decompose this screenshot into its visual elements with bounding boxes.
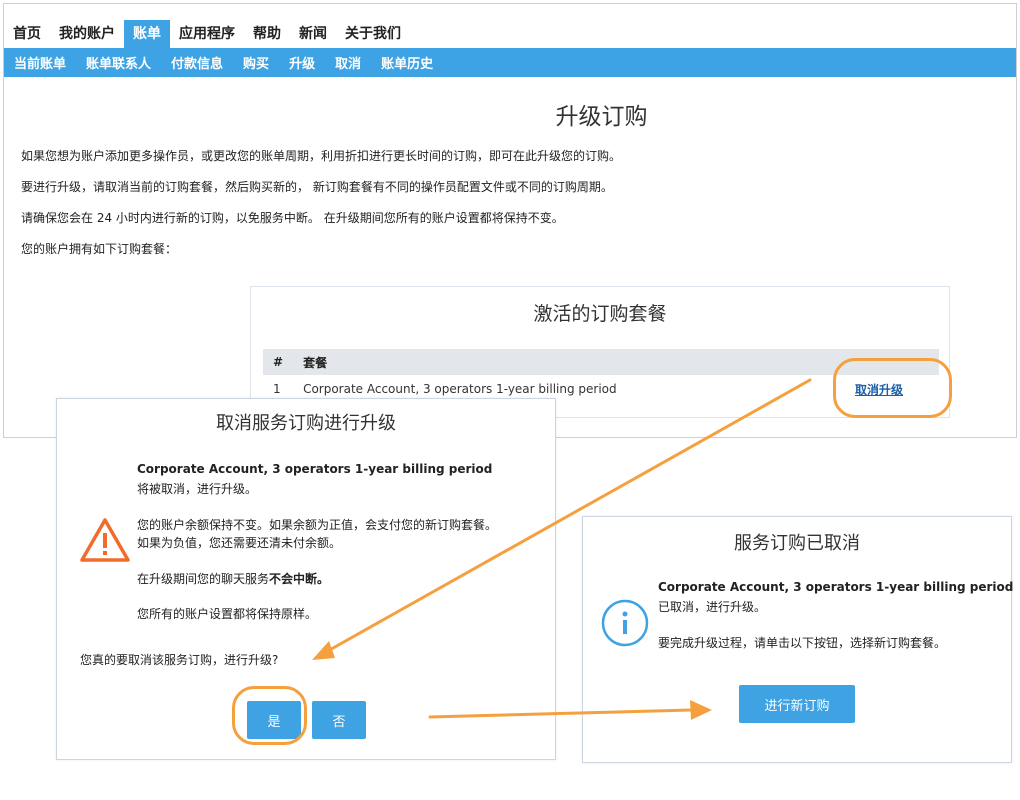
- cancelled-plan-name: Corporate Account, 3 operators 1-year bi…: [658, 580, 1014, 594]
- upgrade-instruction: 要完成升级过程，请单击以下按钮，选择新订购套餐。: [658, 636, 947, 650]
- chat-notice-prefix: 在升级期间您的聊天服务: [137, 572, 270, 586]
- chat-service-notice: 在升级期间您的聊天服务不会中断。: [137, 570, 329, 587]
- topnav-home[interactable]: 首页: [4, 20, 50, 48]
- subnav-cancel[interactable]: 取消: [325, 53, 371, 72]
- cancel-dialog-title: 取消服务订购进行升级: [216, 413, 396, 434]
- cancel-will-cancel: 将被取消，进行升级。: [137, 482, 258, 496]
- service-notice: 请确保您会在 24 小时内进行新的订购，以免服务中断。 在升级期间您所有的账户设…: [21, 211, 564, 225]
- subnav-purchase[interactable]: 购买: [233, 53, 279, 72]
- top-navigation: 首页 我的账户 账单 应用程序 帮助 新闻 关于我们: [4, 20, 1016, 48]
- subnav-upgrade[interactable]: 升级: [279, 53, 325, 72]
- topnav-help[interactable]: 帮助: [244, 20, 290, 48]
- subnav-billing-history[interactable]: 账单历史: [371, 53, 443, 72]
- subnav-payment-info[interactable]: 付款信息: [161, 53, 233, 72]
- highlight-cancel-link: [833, 358, 952, 418]
- cancelled-status-text: 已取消，进行升级。: [658, 600, 767, 614]
- balance-info-line2: 如果为负值，您还需要还清未付余额。: [137, 536, 342, 550]
- subnav-billing-contacts[interactable]: 账单联系人: [76, 53, 161, 72]
- subnav-current-bill[interactable]: 当前账单: [4, 53, 76, 72]
- intro-paragraph: 如果您想为账户添加更多操作员，或更改您的账单周期，利用折扣进行更长时间的订购，即…: [21, 149, 622, 163]
- info-icon: [601, 599, 649, 647]
- column-header-number: #: [263, 349, 294, 375]
- no-button[interactable]: 否: [312, 701, 366, 739]
- topnav-billing[interactable]: 账单: [124, 20, 170, 48]
- new-subscription-button[interactable]: 进行新订购: [739, 685, 855, 723]
- cancelled-dialog-title: 服务订购已取消: [734, 533, 860, 554]
- topnav-my-account[interactable]: 我的账户: [50, 20, 124, 48]
- warning-icon: [79, 517, 131, 563]
- plans-intro: 您的账户拥有如下订购套餐：: [21, 242, 178, 256]
- billing-subnavigation: 当前账单 账单联系人 付款信息 购买 升级 取消 账单历史: [4, 48, 1016, 77]
- topnav-about[interactable]: 关于我们: [336, 20, 410, 48]
- page-title: 升级订购: [555, 104, 648, 130]
- active-subscriptions-title: 激活的订购套餐: [533, 303, 667, 325]
- upgrade-instructions: 要进行升级，请取消当前的订购套餐，然后购买新的， 新订购套餐有不同的操作员配置文…: [21, 180, 613, 194]
- topnav-apps[interactable]: 应用程序: [170, 20, 244, 48]
- subscription-cancelled-dialog: 服务订购已取消 Corporate Account, 3 operators 1…: [582, 516, 1014, 763]
- cancel-plan-name: Corporate Account, 3 operators 1-year bi…: [137, 462, 493, 476]
- balance-info-line1: 您的账户余额保持不变。如果余额为正值，会支付您的新订购套餐。: [137, 518, 498, 532]
- settings-notice: 您所有的账户设置都将保持原样。: [137, 607, 318, 621]
- cancel-question: 您真的要取消该服务订购，进行升级?: [80, 653, 279, 667]
- chat-notice-bold: 不会中断。: [269, 572, 330, 586]
- column-header-plan: 套餐: [293, 349, 819, 375]
- topnav-news[interactable]: 新闻: [290, 20, 336, 48]
- highlight-yes-button: [232, 686, 307, 745]
